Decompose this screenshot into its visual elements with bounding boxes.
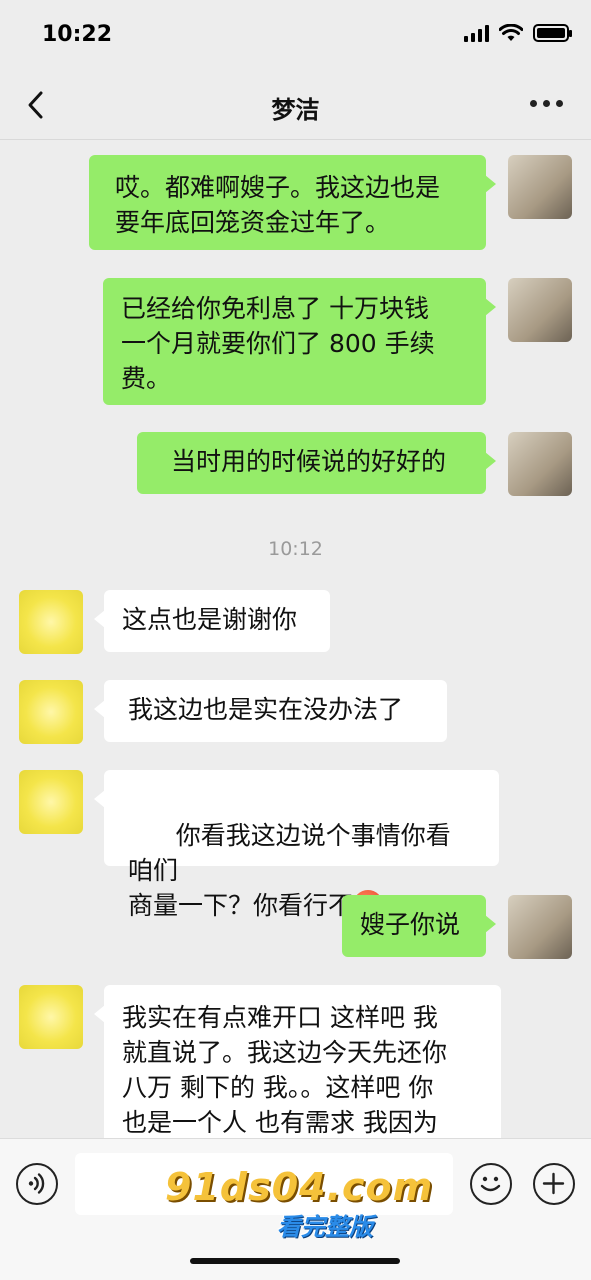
message-bubble[interactable]: 嫂子你说	[342, 895, 496, 957]
message-bubble[interactable]: 已经给你免利息了 十万块钱 一个月就要你们了 800 手续 费。	[103, 278, 496, 405]
my-avatar[interactable]	[508, 895, 572, 959]
contact-avatar[interactable]	[19, 770, 83, 834]
plus-icon[interactable]	[533, 1163, 575, 1205]
cellular-signal-icon	[464, 24, 489, 42]
watermark-domain: 91ds04.com	[165, 1165, 434, 1209]
contact-avatar[interactable]	[19, 590, 83, 654]
status-icons	[464, 24, 572, 42]
wifi-icon	[499, 24, 523, 41]
status-time: 10:22	[42, 22, 113, 47]
contact-avatar[interactable]	[19, 985, 83, 1049]
status-bar: 10:22	[0, 0, 591, 70]
my-avatar[interactable]	[508, 432, 572, 496]
message-bubble[interactable]: 我实在有点难开口 这样吧 我 就直说了。我这边今天先还你 八万 剩下的 我。。这…	[94, 985, 501, 1138]
message-bubble[interactable]: 哎。都难啊嫂子。我这边也是 要年底回笼资金过年了。	[89, 155, 496, 250]
message-list[interactable]: 哎。都难啊嫂子。我这边也是 要年底回笼资金过年了。 已经给你免利息了 十万块钱 …	[0, 140, 591, 1138]
home-indicator[interactable]	[190, 1258, 400, 1264]
emoji-face-icon[interactable]	[470, 1163, 512, 1205]
contact-avatar[interactable]	[19, 680, 83, 744]
battery-icon	[533, 24, 572, 42]
watermark: 91ds04.com 看完整版	[165, 1165, 434, 1245]
message-bubble[interactable]: 你看我这边说个事情你看咱们 商量一下？你看行不	[94, 770, 499, 920]
chat-title: 梦洁	[271, 96, 320, 124]
message-bubble[interactable]: 当时用的时候说的好好的	[137, 432, 496, 494]
my-avatar[interactable]	[508, 155, 572, 219]
message-bubble[interactable]: 这点也是谢谢你	[94, 590, 330, 652]
my-avatar[interactable]	[508, 278, 572, 342]
more-icon[interactable]	[530, 100, 563, 107]
watermark-caption: 看完整版	[277, 1213, 373, 1241]
voice-icon[interactable]	[16, 1163, 58, 1205]
message-timestamp: 10:12	[268, 538, 323, 560]
chat-header: 梦洁	[0, 70, 591, 140]
message-bubble[interactable]: 我这边也是实在没办法了	[94, 680, 447, 742]
